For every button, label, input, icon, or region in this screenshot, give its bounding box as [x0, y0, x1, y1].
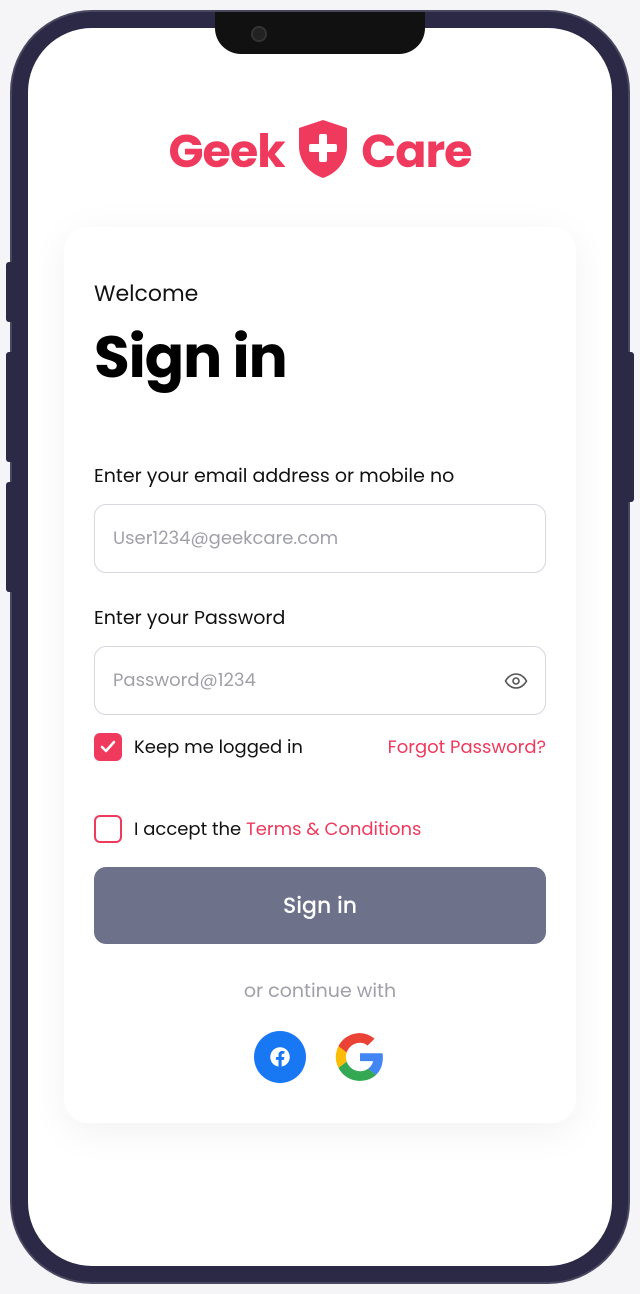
sign-in-button[interactable]: Sign in — [94, 867, 546, 944]
password-input-wrap — [94, 646, 546, 715]
logo-word-2: Care — [361, 120, 471, 184]
email-input-wrap — [94, 504, 546, 573]
google-icon[interactable] — [334, 1031, 386, 1083]
signin-card: Welcome Sign in Enter your email address… — [64, 227, 576, 1123]
screen: Geek Care Welcome Sign in Enter your ema… — [28, 28, 612, 1266]
app-logo: Geek Care — [64, 118, 576, 187]
check-icon — [99, 738, 117, 756]
facebook-icon[interactable] — [254, 1031, 306, 1083]
notch — [215, 12, 425, 54]
logo-word-1: Geek — [168, 120, 284, 184]
forgot-password-link[interactable]: Forgot Password? — [388, 734, 546, 761]
terms-checkbox[interactable] — [94, 815, 122, 843]
terms-conditions-link[interactable]: Terms & Conditions — [246, 817, 421, 842]
keep-logged-in-label: Keep me logged in — [134, 734, 303, 761]
email-label: Enter your email address or mobile no — [94, 461, 546, 490]
keep-logged-in-checkbox[interactable] — [94, 733, 122, 761]
welcome-text: Welcome — [94, 277, 546, 310]
page-title: Sign in — [94, 314, 546, 401]
password-input[interactable] — [94, 646, 546, 715]
shield-plus-icon — [295, 118, 351, 187]
password-label: Enter your Password — [94, 603, 546, 632]
eye-icon[interactable] — [504, 669, 528, 693]
terms-text: I accept the Terms & Conditions — [134, 816, 421, 843]
email-input[interactable] — [94, 504, 546, 573]
phone-frame: Geek Care Welcome Sign in Enter your ema… — [12, 12, 628, 1282]
continue-with-text: or continue with — [94, 976, 546, 1005]
